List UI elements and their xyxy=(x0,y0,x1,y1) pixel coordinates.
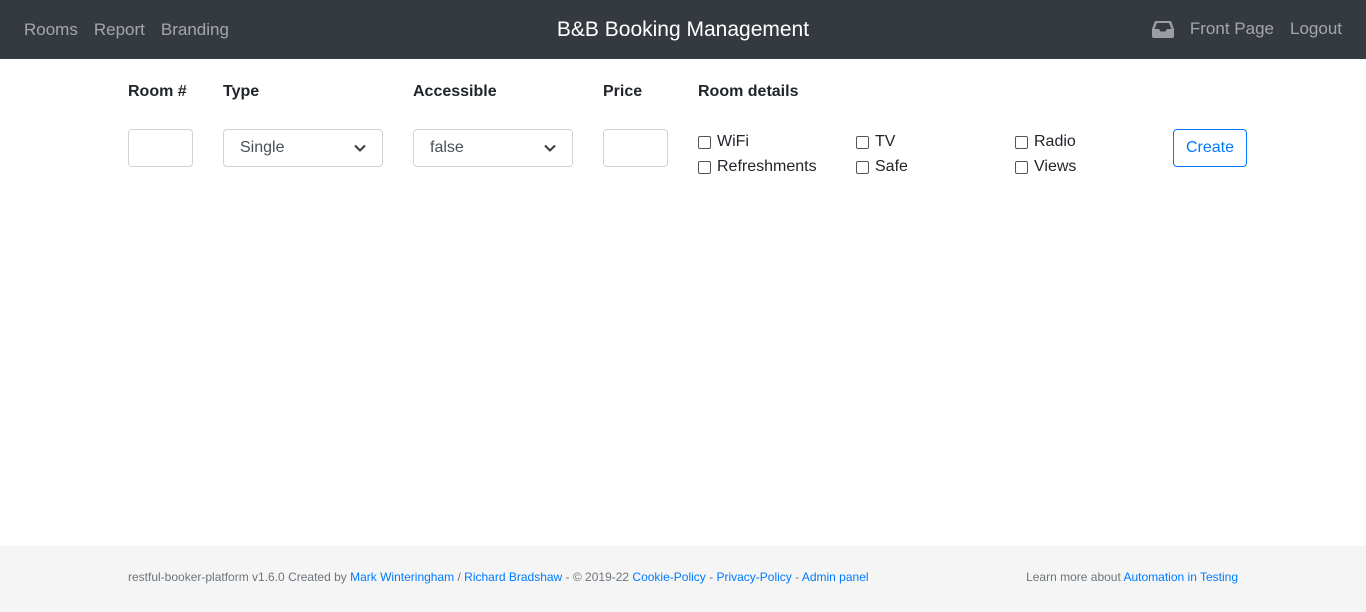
automation-in-testing-link[interactable]: Automation in Testing xyxy=(1123,570,1238,584)
price-input[interactable] xyxy=(603,129,668,167)
header-room-details: Room details xyxy=(698,83,799,100)
inbox-icon-svg xyxy=(1151,20,1174,38)
accessible-select-value: false xyxy=(430,139,464,156)
admin-panel-link[interactable]: Admin panel xyxy=(802,570,869,584)
radio-checkbox[interactable]: Radio xyxy=(1015,133,1076,151)
type-select[interactable]: Single xyxy=(223,129,383,167)
checkbox-box[interactable] xyxy=(856,160,869,174)
room-number-input[interactable] xyxy=(128,129,193,167)
chevron-down-icon xyxy=(354,144,366,152)
refreshments-checkbox[interactable]: Refreshments xyxy=(698,158,817,176)
create-button[interactable]: Create xyxy=(1173,129,1248,167)
safe-label: Safe xyxy=(875,158,908,175)
views-checkbox[interactable]: Views xyxy=(1015,158,1076,176)
footer: restful-booker-platform v1.6.0 Created b… xyxy=(0,546,1366,612)
inbox-icon[interactable] xyxy=(1151,20,1174,38)
refreshments-label: Refreshments xyxy=(717,158,817,175)
accessible-select[interactable]: false xyxy=(413,129,573,167)
type-select-value: Single xyxy=(240,139,285,156)
cookie-policy-link[interactable]: Cookie-Policy xyxy=(632,570,705,584)
footer-copyright: - © 2019-22 xyxy=(562,570,633,584)
wifi-checkbox[interactable]: WiFi xyxy=(698,133,749,151)
nav-report-link[interactable]: Report xyxy=(94,20,145,40)
nav-right: Front Page Logout xyxy=(1151,0,1342,57)
logout-link[interactable]: Logout xyxy=(1290,19,1342,39)
privacy-policy-link[interactable]: Privacy-Policy xyxy=(716,570,791,584)
footer-dash: - xyxy=(705,570,717,584)
header-accessible: Accessible xyxy=(413,83,497,100)
checkbox-box[interactable] xyxy=(1015,135,1028,149)
nav-branding-link[interactable]: Branding xyxy=(161,20,229,40)
radio-label: Radio xyxy=(1034,133,1076,150)
navbar: Rooms Report Branding B&B Booking Manage… xyxy=(0,0,1366,59)
footer-learn-more: Learn more about Automation in Testing xyxy=(1026,570,1238,584)
checkbox-box[interactable] xyxy=(856,135,869,149)
chevron-down-icon xyxy=(544,144,556,152)
checkbox-box[interactable] xyxy=(1015,160,1028,174)
views-label: Views xyxy=(1034,158,1077,175)
header-room-number: Room # xyxy=(128,83,187,100)
checkbox-box[interactable] xyxy=(698,135,711,149)
learn-more-text: Learn more about xyxy=(1026,570,1124,584)
safe-checkbox[interactable]: Safe xyxy=(856,158,908,176)
footer-dash: - xyxy=(791,570,802,584)
footer-version-text: restful-booker-platform v1.6.0 Created b… xyxy=(128,570,351,584)
header-type: Type xyxy=(223,83,260,100)
tv-label: TV xyxy=(875,133,896,150)
nav-rooms-link[interactable]: Rooms xyxy=(24,20,78,40)
checkbox-box[interactable] xyxy=(698,160,711,174)
header-price: Price xyxy=(603,83,643,100)
nav-links: Rooms Report Branding xyxy=(24,0,245,59)
wifi-label: WiFi xyxy=(717,133,749,150)
author-mark-link[interactable]: Mark Winteringham xyxy=(350,570,454,584)
front-page-link[interactable]: Front Page xyxy=(1190,19,1274,39)
footer-credits: restful-booker-platform v1.6.0 Created b… xyxy=(128,570,869,584)
brand-title[interactable]: B&B Booking Management xyxy=(557,18,809,42)
author-richard-link[interactable]: Richard Bradshaw xyxy=(464,570,562,584)
footer-separator: / xyxy=(454,570,465,584)
tv-checkbox[interactable]: TV xyxy=(856,133,895,151)
